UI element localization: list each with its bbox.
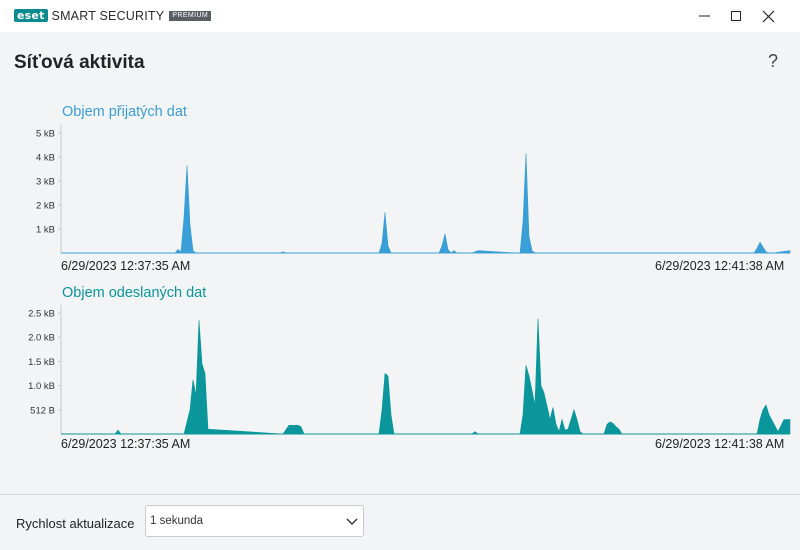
- sent-y-tick-label: 1.5 kB: [28, 357, 55, 368]
- sent-series-area: [61, 318, 791, 435]
- received-y-tick-label: 4 kB: [36, 153, 55, 164]
- update-speed-value: 1 sekunda: [150, 515, 204, 527]
- received-y-tick-label: 3 kB: [36, 177, 55, 188]
- update-speed-label: Rychlost aktualizace: [16, 516, 135, 531]
- sent-end-time: 6/29/2023 12:41:38 AM: [655, 437, 785, 451]
- sent-y-tick-label: 1.0 kB: [28, 381, 55, 392]
- received-start-time: 6/29/2023 12:37:35 AM: [61, 259, 191, 273]
- chevron-down-icon: [346, 518, 358, 525]
- received-y-tick-label: 5 kB: [36, 129, 55, 140]
- network-charts: 5 kB 4 kB 3 kB 2 kB 1 kB 2.5 kB 2.0 kB 1.5 kB 1.…: [28, 125, 791, 435]
- sent-y-tick-label: 2.5 kB: [28, 309, 55, 320]
- update-speed-select[interactable]: 1 sekunda: [145, 505, 364, 537]
- received-series-area: [61, 153, 791, 254]
- sent-y-tick-label: 2.0 kB: [28, 333, 55, 344]
- sent-start-time: 6/29/2023 12:37:35 AM: [61, 437, 191, 451]
- received-y-tick-label: 2 kB: [36, 201, 55, 212]
- received-y-tick-label: 1 kB: [36, 225, 55, 236]
- sent-y-tick-label: 512 B: [30, 405, 55, 416]
- received-end-time: 6/29/2023 12:41:38 AM: [655, 259, 785, 273]
